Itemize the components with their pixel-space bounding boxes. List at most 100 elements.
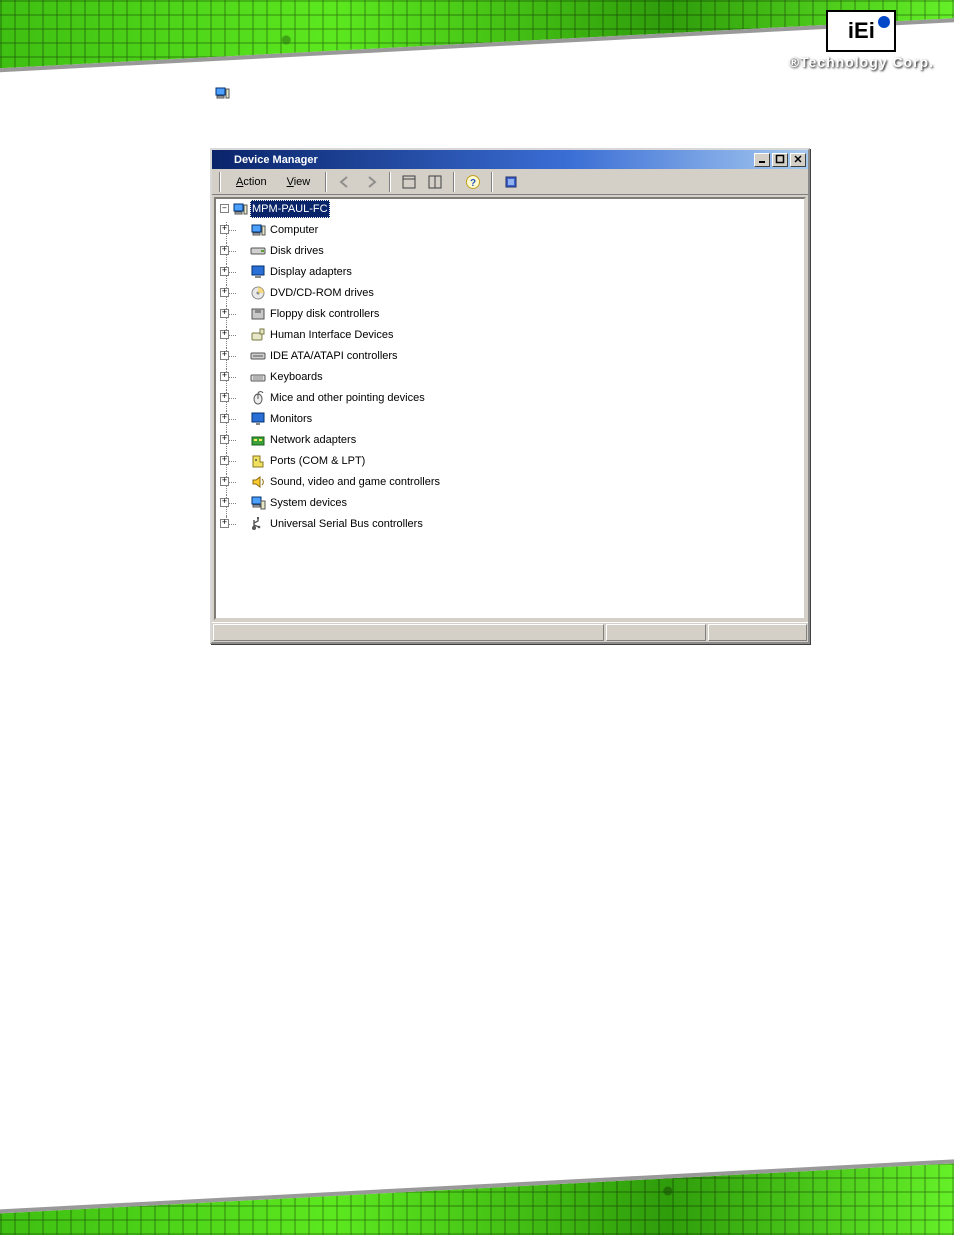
computer-root-icon bbox=[232, 201, 248, 217]
device-tree: – MPM-PAUL-FC + Computer + Disk drives + Disp… bbox=[220, 201, 802, 537]
label-keyboard: Keyboards bbox=[269, 369, 324, 385]
tree-item-system: + System devices bbox=[220, 495, 802, 516]
expander-system[interactable]: + bbox=[220, 498, 229, 507]
tree-item-hid: + Human Interface Devices bbox=[220, 327, 802, 348]
node-dvd[interactable]: DVD/CD-ROM drives bbox=[250, 285, 375, 301]
tree-item-keyboard: + Keyboards bbox=[220, 369, 802, 390]
node-mice[interactable]: Mice and other pointing devices bbox=[250, 390, 426, 406]
root-node[interactable]: MPM-PAUL-FC bbox=[232, 201, 329, 217]
tree-item-floppy: + Floppy disk controllers bbox=[220, 306, 802, 327]
root-expander[interactable]: – bbox=[220, 204, 229, 213]
node-hid[interactable]: Human Interface Devices bbox=[250, 327, 395, 343]
device-manager-window: Device Manager Action View bbox=[210, 148, 810, 644]
label-computer: Computer bbox=[269, 222, 319, 238]
node-usb[interactable]: Universal Serial Bus controllers bbox=[250, 516, 424, 532]
statusbar bbox=[212, 622, 808, 642]
node-monitors[interactable]: Monitors bbox=[250, 411, 313, 427]
brand-tagline: ®Technology Corp. bbox=[789, 54, 934, 70]
tree-item-computer: + Computer bbox=[220, 222, 802, 243]
brand-logo: iEi bbox=[826, 10, 896, 52]
toolbar: Action View bbox=[212, 169, 808, 195]
window-title: Device Manager bbox=[234, 154, 754, 166]
expander-ide[interactable]: + bbox=[220, 351, 229, 360]
tree-item-display: + Display adapters bbox=[220, 264, 802, 285]
status-cell-3 bbox=[708, 624, 807, 641]
expander-keyboard[interactable]: + bbox=[220, 372, 229, 381]
label-network: Network adapters bbox=[269, 432, 357, 448]
system-icon bbox=[250, 495, 266, 511]
expander-display[interactable]: + bbox=[220, 267, 229, 276]
back-button bbox=[334, 171, 356, 193]
node-display[interactable]: Display adapters bbox=[250, 264, 353, 280]
tree-item-ports: + Ports (COM & LPT) bbox=[220, 453, 802, 474]
expander-floppy[interactable]: + bbox=[220, 309, 229, 318]
status-cell-main bbox=[213, 624, 604, 641]
page-footer-banner bbox=[0, 1125, 954, 1235]
label-display: Display adapters bbox=[269, 264, 353, 280]
expander-hid[interactable]: + bbox=[220, 330, 229, 339]
label-usb: Universal Serial Bus controllers bbox=[269, 516, 424, 532]
expander-monitors[interactable]: + bbox=[220, 414, 229, 423]
tree-root: – MPM-PAUL-FC + Computer + Disk drives + Disp… bbox=[220, 201, 802, 537]
status-cell-2 bbox=[606, 624, 705, 641]
floppy-icon bbox=[250, 306, 266, 322]
minimize-button[interactable] bbox=[754, 153, 770, 167]
tree-item-sound: + Sound, video and game controllers bbox=[220, 474, 802, 495]
menu-action[interactable]: Action bbox=[228, 174, 275, 190]
toolbar-layout1-button[interactable] bbox=[398, 171, 420, 193]
node-floppy[interactable]: Floppy disk controllers bbox=[250, 306, 380, 322]
refresh-button[interactable] bbox=[500, 171, 522, 193]
expander-usb[interactable]: + bbox=[220, 519, 229, 528]
titlebar[interactable]: Device Manager bbox=[212, 150, 808, 169]
label-hid: Human Interface Devices bbox=[269, 327, 395, 343]
tree-item-network: + Network adapters bbox=[220, 432, 802, 453]
node-sound[interactable]: Sound, video and game controllers bbox=[250, 474, 441, 490]
tree-item-monitors: + Monitors bbox=[220, 411, 802, 432]
label-mice: Mice and other pointing devices bbox=[269, 390, 426, 406]
sound-icon bbox=[250, 474, 266, 490]
tree-item-dvd: + DVD/CD-ROM drives bbox=[220, 285, 802, 306]
ports-icon bbox=[250, 453, 266, 469]
node-computer[interactable]: Computer bbox=[250, 222, 319, 238]
brand-block: iEi ®Technology Corp. bbox=[789, 10, 934, 70]
label-ide: IDE ATA/ATAPI controllers bbox=[269, 348, 399, 364]
expander-computer[interactable]: + bbox=[220, 225, 229, 234]
node-system[interactable]: System devices bbox=[250, 495, 348, 511]
mouse-icon bbox=[250, 390, 266, 406]
node-network[interactable]: Network adapters bbox=[250, 432, 357, 448]
close-button[interactable] bbox=[790, 153, 806, 167]
menu-view[interactable]: View bbox=[279, 174, 319, 190]
tree-item-usb: + Universal Serial Bus controllers bbox=[220, 516, 802, 537]
root-label: MPM-PAUL-FC bbox=[250, 200, 330, 218]
expander-dvd[interactable]: + bbox=[220, 288, 229, 297]
expander-mice[interactable]: + bbox=[220, 393, 229, 402]
tree-item-ide: + IDE ATA/ATAPI controllers bbox=[220, 348, 802, 369]
expander-ports[interactable]: + bbox=[220, 456, 229, 465]
tree-item-mice: + Mice and other pointing devices bbox=[220, 390, 802, 411]
display-icon bbox=[250, 264, 266, 280]
label-ports: Ports (COM & LPT) bbox=[269, 453, 366, 469]
label-floppy: Floppy disk controllers bbox=[269, 306, 380, 322]
monitor-icon bbox=[250, 411, 266, 427]
node-keyboard[interactable]: Keyboards bbox=[250, 369, 324, 385]
disk-icon bbox=[250, 243, 266, 259]
node-ports[interactable]: Ports (COM & LPT) bbox=[250, 453, 366, 469]
label-disk: Disk drives bbox=[269, 243, 325, 259]
expander-network[interactable]: + bbox=[220, 435, 229, 444]
label-dvd: DVD/CD-ROM drives bbox=[269, 285, 375, 301]
footer-swoosh bbox=[0, 1125, 954, 1216]
device-tree-pane[interactable]: – MPM-PAUL-FC + Computer + Disk drives + Disp… bbox=[214, 197, 806, 620]
help-button[interactable] bbox=[462, 171, 484, 193]
node-disk[interactable]: Disk drives bbox=[250, 243, 325, 259]
cdrom-icon bbox=[250, 285, 266, 301]
app-icon bbox=[214, 152, 230, 168]
expander-sound[interactable]: + bbox=[220, 477, 229, 486]
expander-disk[interactable]: + bbox=[220, 246, 229, 255]
page-header-banner: iEi ®Technology Corp. bbox=[0, 0, 954, 100]
keyboard-icon bbox=[250, 369, 266, 385]
node-ide[interactable]: IDE ATA/ATAPI controllers bbox=[250, 348, 399, 364]
maximize-button[interactable] bbox=[772, 153, 788, 167]
usb-icon bbox=[250, 516, 266, 532]
network-icon bbox=[250, 432, 266, 448]
toolbar-layout2-button[interactable] bbox=[424, 171, 446, 193]
